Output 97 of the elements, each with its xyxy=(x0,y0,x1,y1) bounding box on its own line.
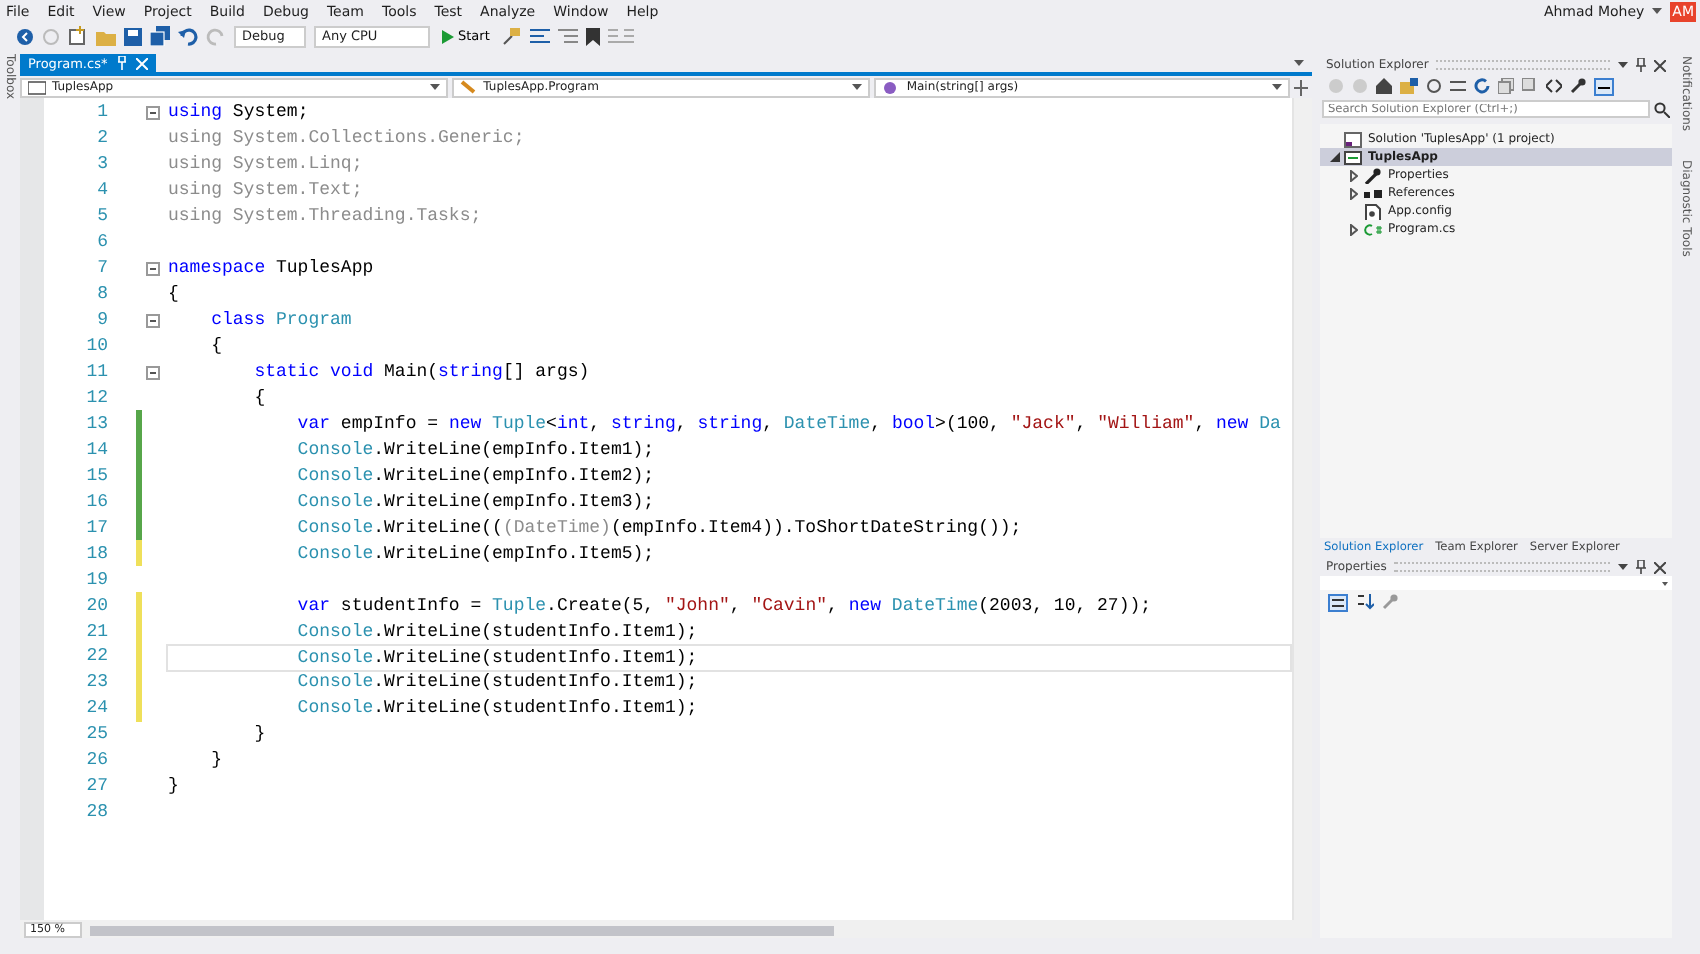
code-line: { xyxy=(252,385,268,412)
sort-icon[interactable] xyxy=(1356,594,1374,610)
line-number: 22 xyxy=(84,646,108,667)
dropdown-icon[interactable] xyxy=(1618,563,1628,571)
play-icon xyxy=(442,29,454,43)
collapse-all-icon[interactable] xyxy=(1498,78,1514,94)
code-line: using System.Linq; xyxy=(166,152,365,179)
code-line: } xyxy=(252,722,268,749)
dropdown-icon[interactable] xyxy=(1618,61,1628,69)
preview-icon[interactable] xyxy=(1594,77,1614,95)
code-line: } xyxy=(166,774,181,801)
undo-icon[interactable] xyxy=(178,27,198,45)
solution-icon xyxy=(1344,131,1364,147)
dropdown-icon[interactable] xyxy=(1294,59,1304,67)
wrench-icon[interactable] xyxy=(1570,78,1586,94)
code-line: using System.Threading.Tasks; xyxy=(166,204,484,231)
references-icon xyxy=(1364,185,1384,201)
method-icon xyxy=(882,79,901,95)
categorized-icon[interactable] xyxy=(1328,593,1348,611)
line-number: 9 xyxy=(95,310,108,331)
caret-icon xyxy=(1272,83,1282,91)
code-line: var empInfo = new Tuple<int, string, string, DateTime, bool>(100, "Jack", "William", new Da xyxy=(295,411,1283,438)
home-icon[interactable] xyxy=(1376,78,1392,94)
search-icon xyxy=(1654,101,1670,117)
code-line: Console.WriteLine(empInfo.Item5); xyxy=(295,541,657,568)
align-icon[interactable] xyxy=(529,27,550,45)
line-number: 12 xyxy=(84,387,108,408)
code-icon[interactable] xyxy=(1546,78,1562,94)
close-icon[interactable] xyxy=(1654,561,1666,573)
line-number: 24 xyxy=(84,698,108,719)
code-line: Console.WriteLine(((DateTime)(empInfo.Item4)).ToShortDateString()); xyxy=(295,515,1024,542)
code-line: Console.WriteLine(empInfo.Item2); xyxy=(295,463,657,490)
code-line: static void Main(string[] args) xyxy=(252,360,592,387)
code-line: Console.WriteLine(empInfo.Item1); xyxy=(295,437,657,464)
line-number: 1 xyxy=(95,102,108,123)
copy-icon[interactable] xyxy=(1522,78,1538,94)
line-number: 13 xyxy=(84,413,108,434)
split-icon[interactable] xyxy=(1294,79,1308,95)
save-all-icon[interactable] xyxy=(150,26,170,46)
line-number: 6 xyxy=(95,232,108,253)
comment-icon[interactable] xyxy=(557,27,578,45)
line-number: 5 xyxy=(95,206,108,227)
code-line: using System.Collections.Generic; xyxy=(166,126,527,153)
line-number: 17 xyxy=(84,517,108,538)
new-project-icon[interactable] xyxy=(68,26,88,46)
code-line: { xyxy=(209,334,225,361)
caret-icon xyxy=(429,83,440,91)
pin-icon[interactable] xyxy=(1636,58,1646,72)
save-icon[interactable] xyxy=(124,27,142,45)
wrench-icon xyxy=(1364,167,1384,183)
code-line: Console.WriteLine(studentInfo.Item1); xyxy=(295,619,700,646)
line-number: 4 xyxy=(95,180,108,201)
line-number: 28 xyxy=(84,802,108,823)
csharp-file-icon xyxy=(1364,221,1384,237)
line-number: 2 xyxy=(95,128,108,149)
code-line: class Program xyxy=(209,308,354,335)
code-line: using System.Text; xyxy=(166,178,365,205)
caret-icon[interactable] xyxy=(1652,7,1663,15)
caret-icon xyxy=(1662,581,1668,585)
line-number: 26 xyxy=(84,750,108,771)
line-number: 8 xyxy=(95,284,108,305)
line-number: 21 xyxy=(84,621,108,642)
line-number: 27 xyxy=(84,776,108,797)
line-number: 10 xyxy=(84,336,108,357)
line-number: 11 xyxy=(84,362,108,382)
refresh-icon[interactable] xyxy=(1474,78,1490,94)
line-number: 20 xyxy=(84,595,108,616)
code-line: { xyxy=(166,282,181,309)
line-number: 15 xyxy=(84,465,108,486)
collapse-icon[interactable] xyxy=(145,105,159,120)
pin-icon[interactable] xyxy=(1636,560,1646,574)
code-line: } xyxy=(209,748,225,775)
code-line: Console.WriteLine(studentInfo.Item1); xyxy=(295,670,700,697)
code-line: var studentInfo = Tuple.Create(5, "John", "Cavin", new DateTime(2003, 10, 27)); xyxy=(295,593,1154,620)
collapse-icon[interactable] xyxy=(145,261,159,276)
code-line: using System; xyxy=(166,100,311,127)
line-number: 7 xyxy=(95,258,108,279)
line-number: 14 xyxy=(84,439,108,460)
line-number: 16 xyxy=(84,491,108,512)
line-number: 3 xyxy=(95,154,108,175)
project-icon xyxy=(1344,149,1364,165)
caret-icon xyxy=(852,83,863,91)
line-number: 19 xyxy=(84,569,108,590)
line-number: 18 xyxy=(84,543,108,564)
code-line: Console.WriteLine(studentInfo.Item1); xyxy=(295,696,700,723)
code-line: Console.WriteLine(empInfo.Item3); xyxy=(295,489,657,516)
config-file-icon xyxy=(1364,203,1384,219)
expanded-arrow-icon[interactable] xyxy=(1329,152,1339,162)
line-number: 25 xyxy=(84,724,108,745)
close-icon[interactable] xyxy=(1654,59,1666,71)
line-number: 23 xyxy=(84,672,108,693)
class-icon xyxy=(459,79,478,95)
bookmark-icon[interactable] xyxy=(585,27,600,45)
code-line: namespace TuplesApp xyxy=(166,256,376,283)
collapse-icon[interactable] xyxy=(145,313,159,328)
collapsed-arrow-icon[interactable] xyxy=(1350,223,1358,235)
collapse-icon[interactable] xyxy=(145,365,159,379)
